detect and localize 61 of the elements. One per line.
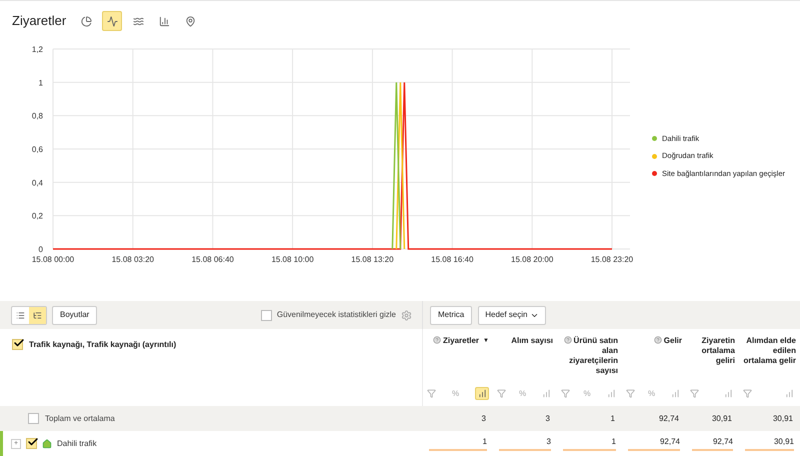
checkbox[interactable] (12, 339, 23, 350)
axis-label: 15.08 13:20 (351, 255, 394, 264)
table-cell-text: 3 (480, 412, 487, 424)
line-chart-icon[interactable] (102, 11, 122, 31)
axis-label: 0,8 (32, 112, 43, 121)
table-cell: 3 (499, 436, 551, 451)
column-header: Trafik kaynağı, Trafik kaynağı (ayrıntılı) (29, 339, 176, 351)
table-cell-text: 30,91 (710, 412, 733, 424)
checkbox[interactable] (26, 438, 37, 449)
table-cell-text: 30,91 (772, 412, 794, 424)
axis-label: 0 (38, 245, 43, 254)
tree-view-button[interactable] (29, 306, 46, 324)
filter-icon[interactable] (561, 389, 570, 398)
column-header[interactable]: Ürünü satın alan ziyaretçilerin sayısı (561, 336, 618, 376)
axis-label: 0,6 (32, 145, 43, 154)
list-icon (16, 310, 25, 320)
chart-title: Ziyaretler (12, 12, 66, 30)
axis-label: 15.08 23:20 (590, 255, 634, 264)
goal-select[interactable]: Hedef seçin (478, 306, 546, 324)
tree-list-icon (33, 310, 42, 320)
table-cell: 92,74 (628, 436, 680, 451)
filter-icon[interactable] (497, 389, 506, 398)
axis-label: 15.08 03:20 (112, 255, 154, 264)
filter-icon[interactable] (690, 389, 699, 398)
column-header[interactable]: Alım sayısı (511, 336, 553, 346)
chart-toggle-icon[interactable] (475, 387, 489, 400)
axis-label: 15.08 20:00 (511, 255, 554, 264)
checkbox[interactable] (260, 310, 272, 320)
row-label: Toplam ve ortalama (45, 412, 115, 424)
help-icon[interactable] (433, 336, 442, 344)
home-icon (42, 438, 52, 448)
table-cell: 30,91 (745, 436, 794, 451)
filter-icon[interactable] (626, 389, 635, 398)
checkbox-label: Güvenilmeyecek istatistikleri gizle (276, 309, 396, 321)
column-header[interactable]: Gelir (654, 336, 682, 346)
column-header[interactable]: Ziyaretin ortalama geliri (690, 336, 735, 366)
table-cell: 1 (563, 436, 616, 451)
table-cell-text: 92,74 (658, 412, 680, 424)
axis-label: 1,2 (32, 45, 43, 54)
table-cell-text: 3 (544, 412, 551, 424)
checkbox[interactable] (28, 413, 39, 424)
column-header[interactable]: Alımdan elde edilen ortalama gelir (743, 336, 796, 366)
axis-label: 15.08 06:40 (192, 255, 234, 264)
row-label: Dahili trafik (57, 438, 97, 450)
help-icon[interactable] (654, 336, 662, 344)
filter-icon[interactable] (743, 389, 752, 398)
axis-label: 15.08 16:40 (431, 255, 474, 264)
settings-icon[interactable] (401, 310, 412, 320)
axis-label: 0,2 (32, 212, 43, 221)
metrica-button[interactable]: Metrica (430, 306, 472, 324)
axis-label: 15.08 10:00 (271, 255, 314, 264)
help-icon[interactable] (564, 336, 572, 344)
axis-label: 1 (38, 78, 43, 88)
filter-icon[interactable] (427, 389, 436, 398)
axis-label: 15.08 00:00 (32, 255, 74, 264)
dimensions-button[interactable]: Boyutlar (52, 306, 98, 324)
column-header[interactable]: Ziyaretler (433, 336, 480, 346)
table-cell: 92,74 (692, 436, 733, 451)
table-cell: 1 (429, 436, 487, 451)
table-cell-text: 1 (610, 412, 616, 424)
axis-label: 0,4 (32, 178, 43, 188)
